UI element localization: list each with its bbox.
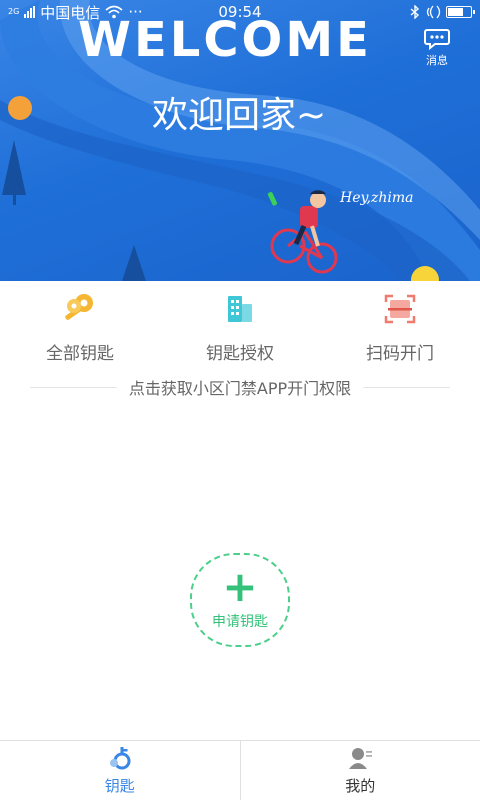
signal-icon <box>24 6 36 18</box>
message-icon <box>424 29 450 50</box>
keys-icon <box>60 289 100 329</box>
divider <box>363 386 450 388</box>
scan-open-door-button[interactable]: 扫码开门 <box>330 286 470 366</box>
tab-keys[interactable]: 钥匙 <box>0 741 240 800</box>
tree-icon <box>122 245 146 281</box>
tab-mine-label: 我的 <box>345 777 376 795</box>
tab-bar: 钥匙 我的 <box>0 740 480 800</box>
all-keys-label: 全部钥匙 <box>46 343 114 364</box>
hint-row: 点击获取小区门禁APP开门权限 <box>30 374 450 400</box>
apply-key-button[interactable]: + 申请钥匙 <box>190 553 290 647</box>
tab-keys-label: 钥匙 <box>104 777 135 795</box>
message-label: 消息 <box>426 54 448 67</box>
greeting-text: 欢迎回家~ <box>152 95 327 136</box>
network-type: 2G <box>8 7 20 16</box>
key-tab-icon <box>109 747 131 770</box>
hint-text: 点击获取小区门禁APP开门权限 <box>128 379 352 398</box>
key-authorization-label: 钥匙授权 <box>206 343 274 364</box>
carrier-name: 中国电信 <box>40 3 101 22</box>
hero-caption: Hey,zhima <box>340 190 414 206</box>
message-button[interactable]: 消息 <box>420 28 454 72</box>
plus-icon: + <box>222 562 258 611</box>
quick-actions: 全部钥匙 钥匙授权 扫码开门 <box>0 281 480 371</box>
nfc-icon <box>426 5 441 19</box>
battery-icon <box>446 6 475 18</box>
key-authorization-button[interactable]: 钥匙授权 <box>170 286 310 366</box>
building-icon <box>220 289 260 329</box>
profile-icon <box>349 748 373 769</box>
more-indicator: ··· <box>128 3 143 21</box>
hero-banner: 2G 中国电信 ··· 09:54 WELCOME 消息 欢迎回家~ Hey,z… <box>0 0 480 281</box>
tab-mine[interactable]: 我的 <box>239 741 480 800</box>
tree-icon <box>2 140 26 195</box>
bluetooth-icon <box>410 5 420 19</box>
scan-icon <box>380 289 420 329</box>
scan-open-door-label: 扫码开门 <box>366 343 434 364</box>
wifi-icon <box>105 5 123 19</box>
apply-key-label: 申请钥匙 <box>212 614 268 630</box>
divider <box>30 386 117 388</box>
all-keys-button[interactable]: 全部钥匙 <box>10 286 150 366</box>
status-bar: 2G 中国电信 ··· 09:54 <box>0 0 480 24</box>
sun-icon <box>8 96 32 120</box>
